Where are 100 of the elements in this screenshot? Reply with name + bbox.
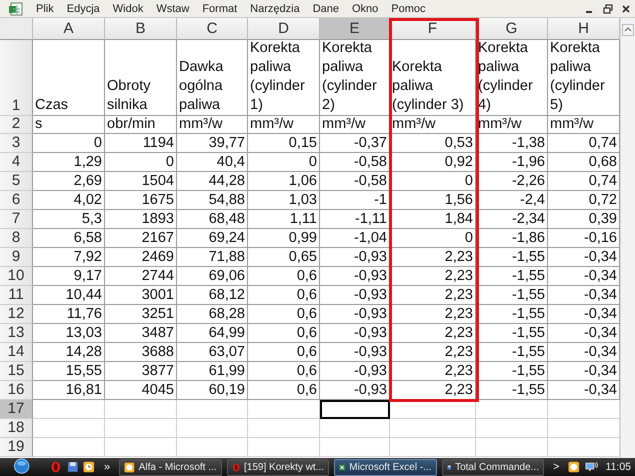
close-icon[interactable] xyxy=(621,4,631,14)
row-header[interactable]: 16 xyxy=(0,381,33,400)
menu-item[interactable]: Pomoc xyxy=(385,2,433,14)
scroll-up-icon[interactable] xyxy=(622,24,634,36)
table-cell: 1,84 xyxy=(390,210,476,229)
row-header[interactable]: 15 xyxy=(0,362,33,381)
empty-cell xyxy=(248,419,320,438)
scrollbar[interactable] xyxy=(620,18,635,458)
row-header[interactable]: 5 xyxy=(0,172,33,191)
tray-toggle[interactable]: > xyxy=(549,461,564,473)
taskbar-button[interactable]: [159] Korekty wt... xyxy=(226,458,330,476)
menu-item[interactable]: Wstaw xyxy=(150,2,196,14)
empty-cell xyxy=(476,438,548,457)
column-header[interactable]: E xyxy=(320,18,390,40)
column-header[interactable]: G xyxy=(476,18,548,40)
table-cell: 1194 xyxy=(105,134,177,153)
column-header[interactable]: H xyxy=(548,18,620,40)
table-cell: 39,77 xyxy=(177,134,248,153)
table-cell: 16,81 xyxy=(33,381,105,400)
table-cell: 44,28 xyxy=(177,172,248,191)
table-cell: -0,93 xyxy=(320,362,390,381)
menu-item[interactable]: Narzędzia xyxy=(244,2,307,14)
table-cell: Korekta paliwa (cylinder 3) xyxy=(390,40,476,116)
empty-cell xyxy=(248,400,320,419)
taskbar-button[interactable]: Total Commande... xyxy=(442,458,544,476)
circle-app-icon xyxy=(232,462,240,472)
table-cell: -1,55 xyxy=(476,362,548,381)
clock-time[interactable]: 11:05 xyxy=(606,461,631,473)
table-cell: Korekta paliwa (cylinder 2) xyxy=(320,40,390,116)
circle-app-icon[interactable] xyxy=(50,461,62,473)
start-button[interactable] xyxy=(12,458,32,476)
table-cell: 0 xyxy=(390,229,476,248)
table-cell: 1675 xyxy=(105,191,177,210)
table-cell: mm³/w xyxy=(177,116,248,134)
table-cell: 6,58 xyxy=(33,229,105,248)
row-header[interactable]: 9 xyxy=(0,248,33,267)
column-header[interactable]: D xyxy=(248,18,320,40)
menu-item[interactable]: Edycja xyxy=(60,2,107,14)
table-cell: Czas xyxy=(33,40,105,116)
empty-cell xyxy=(105,400,177,419)
table-cell: 14,28 xyxy=(33,343,105,362)
table-cell: -1,55 xyxy=(476,248,548,267)
clock-icon[interactable] xyxy=(568,461,580,473)
row-header[interactable]: 1 xyxy=(0,40,33,116)
column-header[interactable]: A xyxy=(33,18,105,40)
row-header[interactable]: 10 xyxy=(0,267,33,286)
table-cell: 2,23 xyxy=(390,362,476,381)
taskbar-button[interactable]: Alfa - Microsoft ... xyxy=(119,458,222,476)
overflow-chevron[interactable]: » xyxy=(100,461,114,473)
menu-item[interactable]: Okno xyxy=(346,2,386,14)
row-header[interactable]: 13 xyxy=(0,324,33,343)
row-header[interactable]: 14 xyxy=(0,343,33,362)
table-cell: -0,37 xyxy=(320,134,390,153)
table-cell: 64,99 xyxy=(177,324,248,343)
table-cell: 2744 xyxy=(105,267,177,286)
row-header[interactable]: 17 xyxy=(0,400,33,419)
spreadsheet-icon xyxy=(339,462,346,472)
table-cell: mm³/w xyxy=(390,116,476,134)
empty-cell xyxy=(177,400,248,419)
row-header[interactable]: 8 xyxy=(0,229,33,248)
taskbar-button[interactable]: Microsoft Excel -... xyxy=(334,458,437,476)
table-cell: -1,55 xyxy=(476,286,548,305)
column-header[interactable]: B xyxy=(105,18,177,40)
row-header[interactable]: 19 xyxy=(0,438,33,457)
row-header[interactable]: 2 xyxy=(0,116,33,134)
row-header[interactable]: 7 xyxy=(0,210,33,229)
table-cell: 0,53 xyxy=(390,134,476,153)
table-cell: 0,15 xyxy=(248,134,320,153)
network-icon[interactable] xyxy=(585,461,598,473)
menu-item[interactable]: Dane xyxy=(306,2,346,14)
menu-item[interactable]: Plik xyxy=(30,2,61,14)
clock-icon[interactable] xyxy=(83,461,95,473)
menu-item[interactable]: Format xyxy=(196,2,244,14)
table-cell: 54,88 xyxy=(177,191,248,210)
table-cell: 69,24 xyxy=(177,229,248,248)
row-header[interactable]: 4 xyxy=(0,153,33,172)
table-cell: -0,93 xyxy=(320,305,390,324)
column-header[interactable]: C xyxy=(177,18,248,40)
restore-icon[interactable] xyxy=(603,4,613,14)
table-cell: 2,23 xyxy=(390,381,476,400)
row-header[interactable]: 3 xyxy=(0,134,33,153)
empty-cell xyxy=(248,438,320,457)
table-cell: 0,65 xyxy=(248,248,320,267)
table-cell: 0,6 xyxy=(248,267,320,286)
menu-item[interactable]: Widok xyxy=(106,2,150,14)
table-cell: 2,23 xyxy=(390,305,476,324)
table-cell: 0,6 xyxy=(248,305,320,324)
row-header[interactable]: 18 xyxy=(0,419,33,438)
table-cell: -0,93 xyxy=(320,381,390,400)
row-header[interactable]: 12 xyxy=(0,305,33,324)
active-cell[interactable] xyxy=(320,400,390,419)
row-header[interactable]: 6 xyxy=(0,191,33,210)
table-cell: 68,28 xyxy=(177,305,248,324)
table-cell: 0,6 xyxy=(248,286,320,305)
table-cell: 63,07 xyxy=(177,343,248,362)
table-cell: -2,4 xyxy=(476,191,548,210)
table-cell: -2,34 xyxy=(476,210,548,229)
spreadsheet-icon[interactable] xyxy=(8,0,24,16)
row-header[interactable]: 11 xyxy=(0,286,33,305)
table-cell: 40,4 xyxy=(177,153,248,172)
